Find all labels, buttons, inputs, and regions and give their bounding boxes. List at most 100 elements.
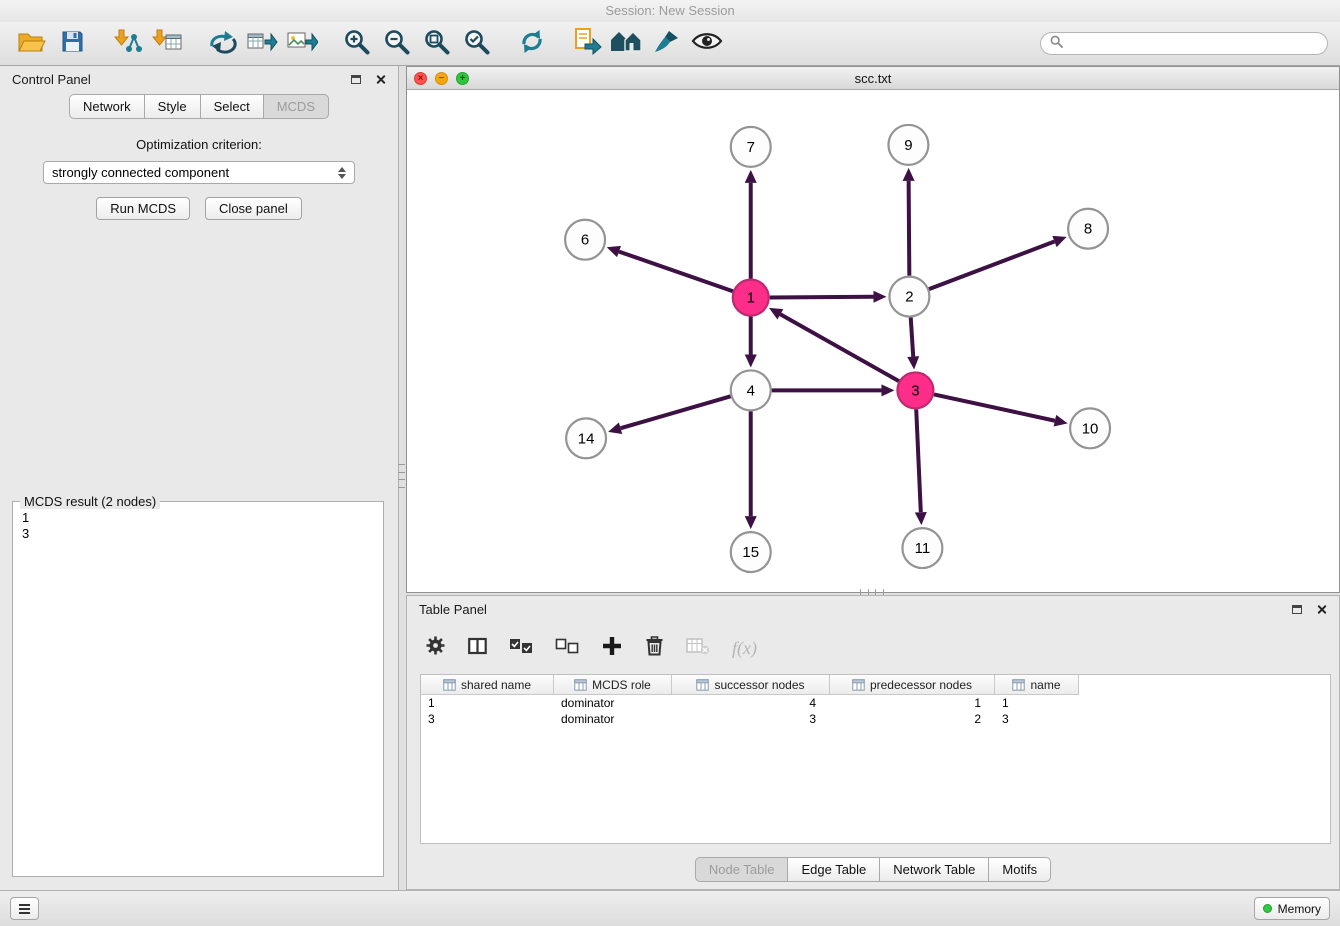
tab-edge-table[interactable]: Edge Table xyxy=(787,857,880,882)
unselect-all-button[interactable] xyxy=(555,638,579,659)
delete-row-icon xyxy=(645,635,664,661)
column-header-successor-nodes[interactable]: successor nodes xyxy=(672,675,830,695)
network-edge-2-9[interactable] xyxy=(903,168,915,276)
main-toolbar xyxy=(0,22,1340,66)
network-node-9[interactable]: 9 xyxy=(888,125,928,165)
delete-row-button[interactable] xyxy=(645,635,664,661)
network-edge-2-8[interactable] xyxy=(929,236,1067,289)
zoom-window-button[interactable]: + xyxy=(456,72,469,85)
control-panel-body: Optimization criterion: strongly connect… xyxy=(0,119,398,890)
network-edge-1-4[interactable] xyxy=(745,317,757,368)
tab-network[interactable]: Network xyxy=(69,94,145,119)
function-builder-button[interactable]: f(x) xyxy=(732,638,757,659)
zoom-selected-button[interactable] xyxy=(457,26,497,62)
network-graph-svg: 7 9 6 8 1 2 4 3 14 10 15 11 xyxy=(407,90,1339,592)
zoom-in-button[interactable] xyxy=(337,26,377,62)
tab-style[interactable]: Style xyxy=(144,94,201,119)
minimize-window-button[interactable]: − xyxy=(435,72,448,85)
float-panel-icon[interactable] xyxy=(351,75,361,84)
control-panel-tabs: NetworkStyleSelectMCDS xyxy=(0,92,398,119)
network-node-15[interactable]: 15 xyxy=(731,532,771,572)
search-input[interactable] xyxy=(1068,37,1318,51)
network-canvas[interactable]: 7 9 6 8 1 2 4 3 14 10 15 11 xyxy=(407,90,1339,592)
network-node-2[interactable]: 2 xyxy=(889,277,929,317)
network-node-3[interactable]: 3 xyxy=(897,372,933,408)
zoom-selected-icon xyxy=(463,28,491,60)
tab-node-table[interactable]: Node Table xyxy=(695,857,789,882)
node-table-header: shared nameMCDS role successor nodes prede… xyxy=(421,675,1330,695)
search-box[interactable] xyxy=(1040,32,1328,55)
mcds-result-item: 1 xyxy=(17,510,379,526)
memory-button[interactable]: Memory xyxy=(1254,897,1330,920)
network-node-14[interactable]: 14 xyxy=(566,418,606,458)
tab-select[interactable]: Select xyxy=(200,94,264,119)
delete-column-button[interactable] xyxy=(686,637,710,660)
network-node-1[interactable]: 1 xyxy=(733,280,769,316)
network-node-6[interactable]: 6 xyxy=(565,220,605,260)
network-edge-4-14[interactable] xyxy=(608,396,730,434)
close-window-button[interactable]: × xyxy=(414,72,427,85)
show-graphics-details-button[interactable] xyxy=(687,26,727,62)
column-header-label: successor nodes xyxy=(714,678,804,692)
network-edge-3-11[interactable] xyxy=(915,409,927,525)
network-edge-4-15[interactable] xyxy=(745,411,757,529)
import-network-button[interactable] xyxy=(107,26,147,62)
network-node-11[interactable]: 11 xyxy=(902,528,942,568)
network-node-7[interactable]: 7 xyxy=(731,127,771,167)
network-edge-1-6[interactable] xyxy=(607,246,733,291)
network-node-4[interactable]: 4 xyxy=(731,370,771,410)
add-row-button[interactable] xyxy=(601,635,623,662)
import-table-button[interactable] xyxy=(147,26,187,62)
column-visibility-button[interactable] xyxy=(468,637,487,660)
network-edge-1-7[interactable] xyxy=(745,170,757,279)
tab-mcds[interactable]: MCDS xyxy=(263,94,329,119)
column-type-icon xyxy=(696,679,709,691)
mcds-result-item: 3 xyxy=(17,526,379,542)
network-edge-2-3[interactable] xyxy=(907,318,919,370)
export-table-button[interactable] xyxy=(242,26,282,62)
application-window: Session: New Session Control Panel Netwo… xyxy=(0,0,1340,926)
svg-text:8: 8 xyxy=(1084,221,1092,238)
zoom-fit-button[interactable] xyxy=(417,26,457,62)
style-brush-button[interactable] xyxy=(647,26,687,62)
column-header-shared-name[interactable]: shared name xyxy=(421,675,554,695)
run-mcds-button[interactable]: Run MCDS xyxy=(96,197,190,220)
tab-motifs[interactable]: Motifs xyxy=(988,857,1051,882)
refresh-view-button[interactable] xyxy=(512,26,552,62)
close-panel-button[interactable]: Close panel xyxy=(205,197,302,220)
window-titlebar: Session: New Session xyxy=(0,0,1340,22)
network-node-10[interactable]: 10 xyxy=(1070,408,1110,448)
svg-text:1: 1 xyxy=(747,290,755,307)
column-header-name[interactable]: name xyxy=(995,675,1079,695)
network-edge-1-2[interactable] xyxy=(770,291,887,303)
zoom-out-button[interactable] xyxy=(377,26,417,62)
export-network-button[interactable] xyxy=(202,26,242,62)
network-node-8[interactable]: 8 xyxy=(1068,209,1108,249)
open-file-button[interactable] xyxy=(12,26,52,62)
table-row[interactable]: 3dominator323 xyxy=(421,711,1330,727)
home-button[interactable] xyxy=(607,26,647,62)
export-image-button[interactable] xyxy=(282,26,322,62)
export-table-icon xyxy=(246,28,278,60)
control-panel-header: Control Panel xyxy=(0,66,398,92)
horizontal-splitter-handle[interactable] xyxy=(860,589,884,595)
tab-network-table[interactable]: Network Table xyxy=(879,857,989,882)
network-edge-3-1[interactable] xyxy=(769,308,899,381)
close-table-panel-icon[interactable] xyxy=(1316,604,1327,615)
column-header-mcds-role[interactable]: MCDS role xyxy=(554,675,672,695)
column-header-predecessor-nodes[interactable]: predecessor nodes xyxy=(830,675,995,695)
network-edge-3-10[interactable] xyxy=(934,394,1068,426)
close-control-panel-icon[interactable] xyxy=(375,74,386,85)
mcds-buttons-row: Run MCDS Close panel xyxy=(96,197,301,220)
save-session-button[interactable] xyxy=(52,26,92,62)
network-edge-4-3[interactable] xyxy=(772,384,895,396)
select-all-button[interactable] xyxy=(509,638,533,659)
table-cell: 3 xyxy=(672,711,830,727)
task-history-button[interactable] xyxy=(10,897,39,920)
optimization-criterion-select[interactable]: strongly connected component xyxy=(43,161,355,184)
settings-button[interactable] xyxy=(425,635,446,661)
table-row[interactable]: 1dominator411 xyxy=(421,695,1330,711)
float-table-panel-icon[interactable] xyxy=(1292,605,1302,614)
network-document-button[interactable] xyxy=(567,26,607,62)
vertical-splitter-handle[interactable] xyxy=(398,464,405,488)
